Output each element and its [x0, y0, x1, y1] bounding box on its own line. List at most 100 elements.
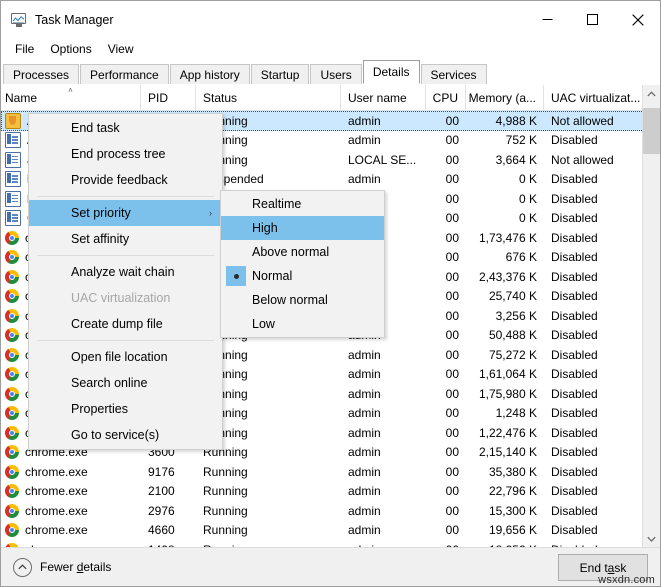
cell-cpu: 00 [445, 152, 459, 167]
context-menu-item-set-priority[interactable]: Set priority › [29, 200, 222, 226]
vertical-scrollbar[interactable] [642, 85, 660, 547]
cell-status: Running [203, 484, 248, 499]
cell-cpu: 00 [445, 308, 459, 323]
cell-memory: 2,43,376 K [478, 269, 537, 284]
context-menu-item-go-to-service-s[interactable]: Go to service(s) [29, 422, 222, 448]
cell-uac-virtualization: Disabled [551, 464, 598, 479]
cell-name: chrome.exe [1, 521, 141, 541]
priority-option-normal[interactable]: Normal [221, 264, 384, 288]
context-menu-item-label: UAC virtualization [71, 291, 171, 305]
column-header-uac-virtualization[interactable]: UAC virtualizat... [544, 85, 644, 110]
priority-option-above-normal[interactable]: Above normal [221, 240, 384, 264]
radio-checked-icon [226, 266, 246, 286]
tab-processes[interactable]: Processes [3, 64, 80, 84]
chrome-icon [5, 308, 19, 323]
priority-option-low[interactable]: Low [221, 312, 384, 336]
tab-performance[interactable]: Performance [80, 64, 169, 84]
context-menu-item-properties[interactable]: Properties [29, 396, 222, 422]
cell-memory: 1,22,476 K [478, 425, 537, 440]
task-manager-window: Task Manager File Options View Processes… [0, 0, 661, 587]
process-name-label: chrome.exe [25, 464, 88, 479]
context-menu-item-label: Create dump file [71, 317, 163, 331]
cell-user-name: admin [348, 503, 381, 518]
cell-uac-virtualization: Disabled [551, 445, 598, 460]
process-name-label: chrome.exe [25, 503, 88, 518]
cell-uac-virtualization: Disabled [551, 230, 598, 245]
menu-file[interactable]: File [7, 40, 42, 58]
cell-cpu: 00 [445, 445, 459, 460]
chrome-icon [5, 406, 19, 421]
close-button[interactable] [615, 1, 660, 38]
cell-pid: 9176 [148, 464, 175, 479]
cell-cpu: 00 [445, 425, 459, 440]
priority-option-below-normal[interactable]: Below normal [221, 288, 384, 312]
column-header-status[interactable]: Status [196, 85, 341, 110]
fewer-details-button[interactable]: Fewer details [13, 557, 112, 577]
context-menu: End task End process tree Provide feedback… [28, 113, 223, 450]
cell-memory: 0 K [518, 172, 537, 187]
cell-cpu: 00 [445, 503, 459, 518]
minimize-button[interactable] [525, 1, 570, 38]
context-menu-item-create-dump-file[interactable]: Create dump file [29, 311, 222, 337]
table-row[interactable]: chrome.exe 4660 Running admin 00 19,656 K Disa… [1, 521, 660, 541]
context-menu-item-open-file-location[interactable]: Open file location [29, 344, 222, 370]
table-row[interactable]: chrome.exe 9176 Running admin 00 35,380 K Disa… [1, 462, 660, 482]
cell-uac-virtualization: Disabled [551, 269, 598, 284]
cell-status: Running [203, 503, 248, 518]
cell-uac-virtualization: Disabled [551, 386, 598, 401]
context-menu-item-set-affinity[interactable]: Set affinity [29, 226, 222, 252]
cell-status: Running [196, 540, 341, 547]
scrollbar-thumb[interactable] [643, 108, 660, 154]
cell-uac-virtualization: Disabled [544, 540, 644, 547]
cell-user-name: admin [348, 406, 381, 421]
context-menu-item-end-process-tree[interactable]: End process tree [29, 141, 222, 167]
context-menu-item-end-task[interactable]: End task [29, 115, 222, 141]
app-icon [5, 151, 21, 168]
column-header-cpu[interactable]: CPU [426, 85, 466, 110]
tab-details[interactable]: Details [362, 60, 420, 84]
scroll-down-button[interactable] [643, 530, 660, 547]
column-header-user-name[interactable]: User name [341, 85, 426, 110]
column-header-memory[interactable]: Memory (a... [466, 85, 544, 110]
tab-startup[interactable]: Startup [250, 64, 310, 84]
priority-option-label: High [252, 221, 278, 235]
chrome-icon [5, 523, 19, 538]
tab-app-history[interactable]: App history [169, 64, 250, 84]
cell-memory: 35,380 K [488, 464, 537, 479]
cell-memory: 1,248 K [495, 406, 537, 421]
menu-options[interactable]: Options [42, 40, 99, 58]
cell-cpu: 00 [445, 523, 459, 538]
cell-memory: 1,61,064 K [478, 367, 537, 382]
table-row[interactable]: chrome.exe 2976 Running admin 00 15,300 K Disa… [1, 501, 660, 521]
fewer-details-label: Fewer details [40, 560, 112, 574]
maximize-button[interactable] [570, 1, 615, 38]
context-menu-item-provide-feedback[interactable]: Provide feedback [29, 167, 222, 193]
cell-cpu: 00 [445, 133, 459, 148]
context-menu-item-search-online[interactable]: Search online [29, 370, 222, 396]
priority-option-high[interactable]: High [221, 216, 384, 240]
watermark: wsxdn.com [598, 574, 655, 586]
process-name-label: chrome.exe [25, 523, 88, 538]
title-bar: Task Manager [1, 1, 660, 38]
table-row[interactable]: chrome.exe 2100 Running admin 00 22,796 K Disa… [1, 482, 660, 502]
cell-cpu: 00 [445, 191, 459, 206]
context-menu-item-label: End task [71, 121, 120, 135]
submenu-arrow-icon: › [209, 208, 212, 218]
menu-view[interactable]: View [100, 40, 142, 58]
table-row[interactable]: chrome.exe1408Runningadmin0018,252 KDisa… [1, 540, 660, 547]
priority-option-realtime[interactable]: Realtime [221, 192, 384, 216]
scroll-up-button[interactable] [643, 85, 660, 102]
scrollbar-track[interactable] [643, 102, 660, 530]
cell-cpu: 00 [445, 172, 459, 187]
context-menu-item-label: Set affinity [71, 232, 130, 246]
context-menu-item-analyze-wait-chain[interactable]: Analyze wait chain [29, 259, 222, 285]
tab-users[interactable]: Users [310, 64, 362, 84]
cell-cpu: 00 [445, 347, 459, 362]
column-header-name[interactable]: Name ˄ [1, 85, 141, 110]
cell-memory: 3,256 K [495, 308, 537, 323]
column-header-pid[interactable]: PID [141, 85, 196, 110]
chrome-icon [5, 250, 19, 265]
cell-user-name: admin [348, 445, 381, 460]
cell-memory: 15,300 K [488, 503, 537, 518]
tab-services[interactable]: Services [420, 64, 487, 84]
